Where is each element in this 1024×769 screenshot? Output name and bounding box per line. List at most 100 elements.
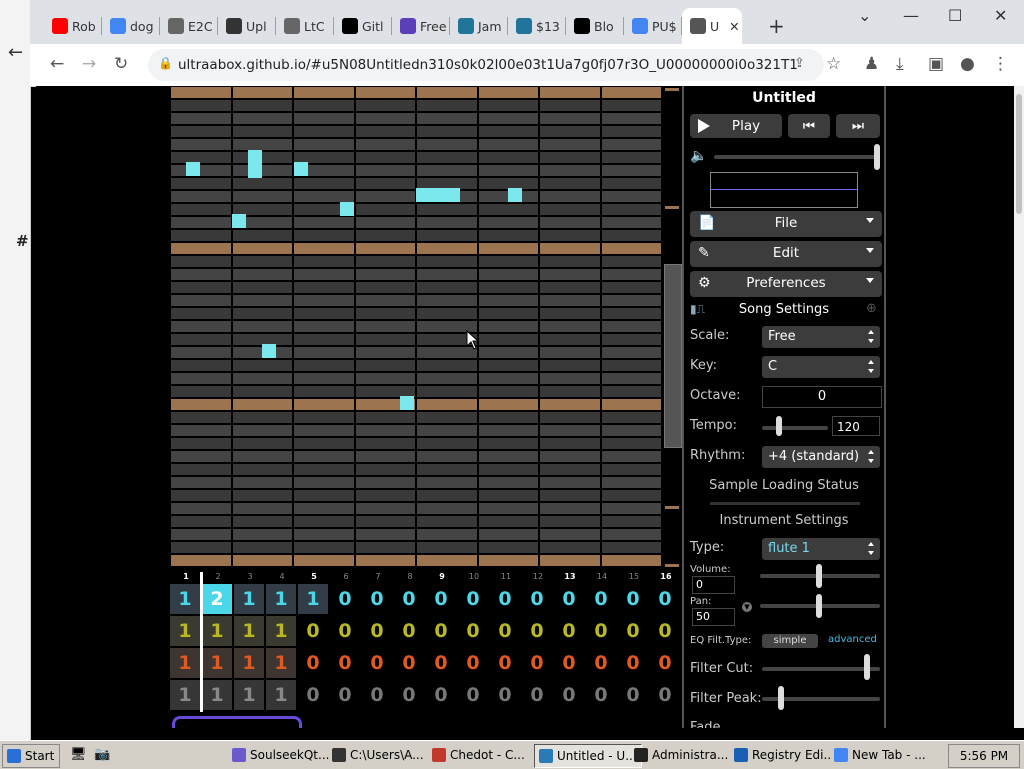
pattern-cell[interactable]: 0	[458, 680, 488, 710]
grid-cell[interactable]	[540, 126, 600, 137]
menu-dots-icon[interactable]: ⋮	[992, 54, 1009, 74]
grid-cell[interactable]	[540, 191, 600, 202]
grid-cell[interactable]	[601, 113, 661, 124]
grid-cell[interactable]	[355, 126, 415, 137]
grid-cell[interactable]	[478, 516, 538, 527]
play-button[interactable]: Play	[690, 114, 782, 138]
scale-select[interactable]: Free	[762, 326, 880, 348]
grid-cell[interactable]	[294, 217, 354, 228]
grid-cell[interactable]	[171, 295, 231, 306]
grid-cell[interactable]	[540, 178, 600, 189]
grid-cell[interactable]	[171, 399, 231, 410]
note-block[interactable]	[186, 162, 200, 176]
grid-cell[interactable]	[417, 100, 477, 111]
bookmark-star-icon[interactable]: ☆	[826, 54, 841, 74]
grid-cell[interactable]	[355, 308, 415, 319]
grid-cell[interactable]	[232, 230, 292, 241]
pattern-cell[interactable]: 0	[618, 648, 648, 678]
grid-cell[interactable]	[540, 243, 600, 254]
song-title[interactable]: Untitled	[684, 90, 884, 106]
grid-cell[interactable]	[601, 256, 661, 267]
forward-icon[interactable]: →	[82, 54, 96, 74]
sidepanel-icon[interactable]: ▣	[928, 54, 944, 74]
pattern-cell[interactable]: 0	[586, 648, 616, 678]
grid-cell[interactable]	[355, 477, 415, 488]
pattern-cell[interactable]: 0	[522, 616, 552, 646]
grid-cell[interactable]	[601, 360, 661, 371]
pattern-cell[interactable]: 1	[234, 616, 264, 646]
pattern-cell[interactable]: 0	[522, 584, 552, 614]
quick-launch-icon[interactable]: 📷	[94, 747, 110, 762]
grid-cell[interactable]	[294, 100, 354, 111]
pattern-cell[interactable]: 1	[298, 584, 328, 614]
grid-cell[interactable]	[540, 360, 600, 371]
grid-cell[interactable]	[355, 360, 415, 371]
grid-cell[interactable]	[478, 425, 538, 436]
pattern-cell[interactable]: 2	[202, 584, 232, 614]
grid-cell[interactable]	[294, 269, 354, 280]
grid-cell[interactable]	[171, 178, 231, 189]
bar-number[interactable]: 12	[522, 572, 554, 581]
pattern-cell[interactable]: 0	[426, 616, 456, 646]
note-block[interactable]	[416, 188, 460, 202]
prev-bar-button[interactable]: ⏮	[788, 114, 830, 138]
grid-cell[interactable]	[355, 490, 415, 501]
grid-cell[interactable]	[601, 503, 661, 514]
pattern-cell[interactable]: 1	[202, 680, 232, 710]
omnibox[interactable]: 🔒 ultraabox.github.io/#u5N08Untitledn310…	[148, 49, 824, 81]
url-text[interactable]: ultraabox.github.io/#u5N08Untitledn310s0…	[178, 57, 798, 73]
grid-cell[interactable]	[232, 269, 292, 280]
grid-cell[interactable]	[478, 347, 538, 358]
grid-cell[interactable]	[171, 100, 231, 111]
browser-tab[interactable]: Upl	[218, 8, 276, 44]
next-bar-button[interactable]: ⏭	[836, 114, 880, 138]
pattern-cell[interactable]: 0	[618, 584, 648, 614]
grid-cell[interactable]	[478, 165, 538, 176]
grid-cell[interactable]	[601, 178, 661, 189]
start-button[interactable]: Start	[2, 744, 60, 768]
grid-cell[interactable]	[540, 438, 600, 449]
key-select[interactable]: C	[762, 356, 880, 378]
note-block[interactable]	[340, 202, 354, 216]
pattern-cell[interactable]: 0	[490, 616, 520, 646]
bar-number[interactable]: 7	[362, 572, 394, 581]
browser-tab[interactable]: LtC	[276, 8, 334, 44]
grid-cell[interactable]	[171, 347, 231, 358]
pattern-cell[interactable]: 0	[330, 616, 360, 646]
grid-cell[interactable]	[478, 295, 538, 306]
grid-cell[interactable]	[355, 412, 415, 423]
pattern-cell[interactable]: 0	[298, 648, 328, 678]
grid-cell[interactable]	[478, 217, 538, 228]
grid-cell[interactable]	[232, 360, 292, 371]
grid-cell[interactable]	[232, 295, 292, 306]
grid-cell[interactable]	[478, 529, 538, 540]
grid-cell[interactable]	[355, 165, 415, 176]
grid-cell[interactable]	[417, 360, 477, 371]
grid-cell[interactable]	[355, 269, 415, 280]
grid-cell[interactable]	[417, 230, 477, 241]
grid-cell[interactable]	[417, 451, 477, 462]
eq-advanced-button[interactable]: advanced	[828, 634, 877, 645]
grid-cell[interactable]	[294, 321, 354, 332]
grid-cell[interactable]	[478, 373, 538, 384]
grid-cell[interactable]	[601, 373, 661, 384]
browser-tab[interactable]: Gitl	[334, 8, 392, 44]
pattern-cell[interactable]: 0	[650, 648, 680, 678]
pattern-cell[interactable]: 0	[586, 584, 616, 614]
pattern-cell[interactable]: 1	[170, 584, 200, 614]
grid-cell[interactable]	[294, 295, 354, 306]
grid-cell[interactable]	[601, 191, 661, 202]
note-block[interactable]	[400, 396, 414, 410]
grid-cell[interactable]	[171, 542, 231, 553]
grid-cell[interactable]	[232, 477, 292, 488]
grid-cell[interactable]	[417, 269, 477, 280]
grid-cell[interactable]	[294, 126, 354, 137]
grid-cell[interactable]	[294, 490, 354, 501]
grid-cell[interactable]	[232, 243, 292, 254]
minimize-button[interactable]: —	[903, 6, 919, 25]
grid-cell[interactable]	[540, 152, 600, 163]
grid-cell[interactable]	[355, 555, 415, 566]
pattern-cell[interactable]: 1	[266, 680, 296, 710]
pattern-cell[interactable]: 0	[490, 680, 520, 710]
grid-cell[interactable]	[171, 503, 231, 514]
